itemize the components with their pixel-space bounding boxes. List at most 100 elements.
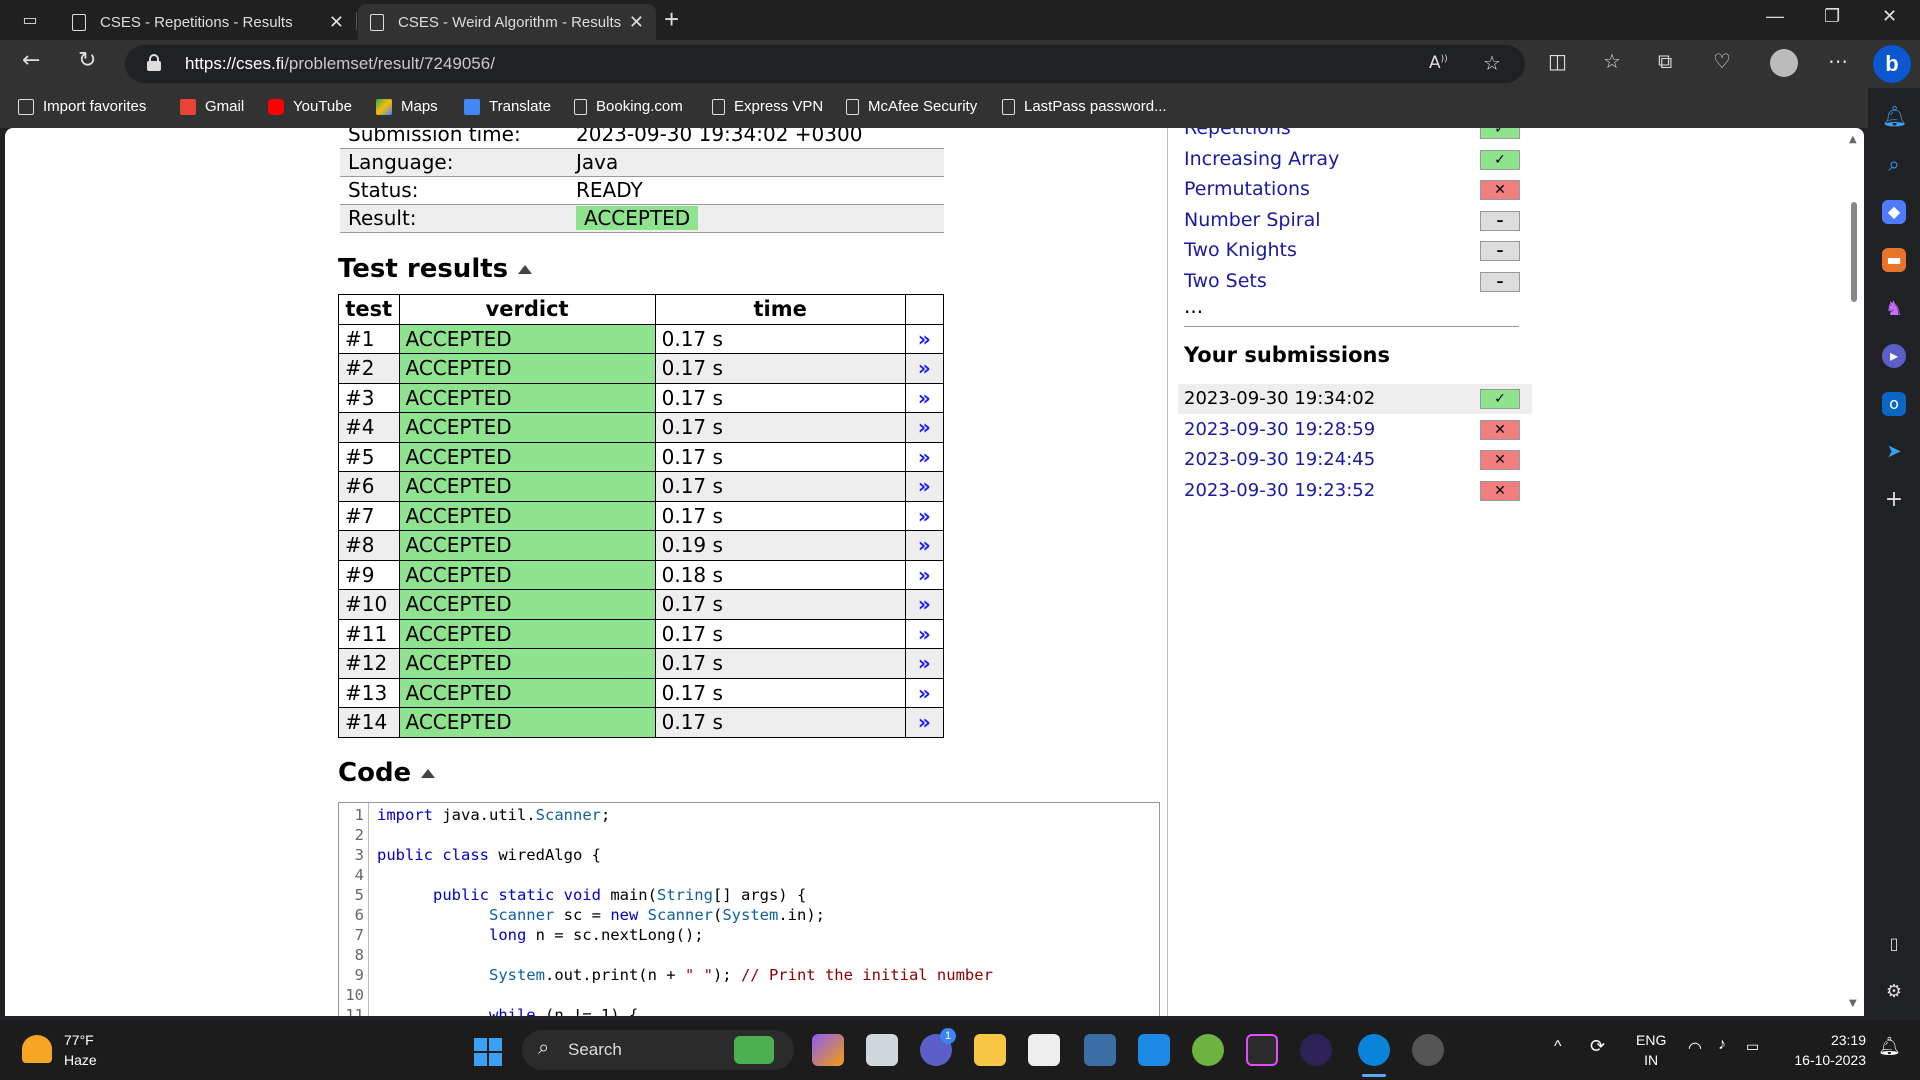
close-tab-icon[interactable]: ✕	[629, 12, 644, 33]
weather-widget[interactable]: 77°F Haze	[64, 1030, 97, 1070]
view-test-link-icon[interactable]: »	[904, 323, 945, 354]
language-indicator[interactable]: ENG IN	[1636, 1030, 1666, 1070]
fav-translate[interactable]: Translate	[464, 98, 551, 115]
add-sidebar-app-icon[interactable]: +	[1882, 488, 1906, 512]
mysql-workbench-icon[interactable]	[1084, 1034, 1116, 1066]
copilot-pre-icon[interactable]	[812, 1034, 844, 1066]
fav-booking[interactable]: Booking.com	[574, 98, 683, 115]
task-item[interactable]: Two Knights –	[1178, 236, 1520, 266]
read-aloud-icon[interactable]: A))	[1429, 53, 1448, 73]
view-test-link-icon[interactable]: »	[904, 500, 945, 531]
tab-weird-algorithm[interactable]: CSES - Weird Algorithm - Results ✕	[358, 4, 656, 40]
clock[interactable]: 23:19 16-10-2023	[1788, 1030, 1866, 1070]
browser-essentials-icon[interactable]: ♡	[1713, 49, 1731, 73]
send-icon[interactable]: ➤	[1882, 440, 1906, 464]
sync-icon[interactable]: ⟳	[1590, 1036, 1605, 1057]
refresh-icon[interactable]: ↻	[78, 48, 96, 73]
task-item[interactable]: Permutations ✕	[1178, 175, 1520, 205]
eclipse-icon[interactable]	[1300, 1034, 1332, 1066]
view-test-link-icon[interactable]: »	[904, 559, 945, 590]
fav-express-vpn[interactable]: Express VPN	[712, 98, 823, 115]
view-test-link-icon[interactable]: »	[904, 382, 945, 413]
shopping-tag-icon[interactable]: ◆	[1882, 200, 1906, 224]
favorite-star-icon[interactable]: ☆	[1483, 51, 1501, 75]
tab-actions-icon[interactable]: ▭	[14, 8, 46, 32]
battery-icon[interactable]: ▭	[1746, 1038, 1759, 1055]
submission-time[interactable]: 2023-09-30 19:28:59	[1184, 419, 1375, 440]
view-test-link-icon[interactable]: »	[904, 353, 945, 384]
submission-item[interactable]: 2023-09-30 19:28:59 ✕	[1178, 415, 1532, 445]
outlook-icon[interactable]: o	[1882, 392, 1906, 416]
task-link[interactable]: Two Sets	[1184, 270, 1267, 292]
fav-mcafee[interactable]: McAfee Security	[846, 98, 977, 115]
view-test-link-icon[interactable]: »	[904, 707, 945, 738]
tools-briefcase-icon[interactable]: ▬	[1882, 248, 1906, 272]
task-item[interactable]: Repetitions ✓	[1178, 128, 1520, 144]
wifi-icon[interactable]: ◠	[1688, 1038, 1702, 1058]
code-heading[interactable]: Code	[338, 758, 436, 788]
back-icon[interactable]: ←	[22, 48, 40, 73]
search-icon[interactable]: ⌕	[1882, 152, 1906, 176]
fav-gmail[interactable]: Gmail	[180, 98, 244, 115]
intellij-icon[interactable]	[1246, 1034, 1278, 1066]
vscode-icon[interactable]	[1138, 1034, 1170, 1066]
submission-time[interactable]: 2023-09-30 19:23:52	[1184, 480, 1375, 501]
view-test-link-icon[interactable]: »	[904, 412, 945, 443]
volume-icon[interactable]: ♪	[1718, 1036, 1726, 1054]
fav-import-favorites[interactable]: Import favorites	[18, 98, 146, 115]
restore-icon[interactable]: ❐	[1824, 6, 1840, 27]
scroll-down-arrow-icon[interactable]: ▼	[1849, 998, 1857, 1009]
task-link[interactable]: Repetitions	[1184, 128, 1291, 139]
view-test-link-icon[interactable]: »	[904, 618, 945, 649]
show-hidden-icons-icon[interactable]: ^	[1554, 1038, 1562, 1056]
games-icon[interactable]: ♞	[1882, 296, 1906, 320]
copilot-icon[interactable]: b	[1873, 45, 1911, 83]
task-link[interactable]: Two Knights	[1184, 239, 1297, 261]
fav-youtube[interactable]: YouTube	[268, 98, 352, 115]
fav-maps[interactable]: Maps	[376, 98, 438, 115]
lock-icon[interactable]	[147, 54, 161, 71]
submission-item[interactable]: 2023-09-30 19:24:45 ✕	[1178, 445, 1532, 475]
split-screen-icon[interactable]: ◫	[1548, 49, 1567, 73]
start-windows-icon[interactable]	[474, 1038, 502, 1066]
weather-haze-icon[interactable]	[22, 1035, 52, 1063]
minimize-icon[interactable]: —	[1766, 6, 1784, 27]
view-test-link-icon[interactable]: »	[904, 648, 945, 679]
scroll-up-arrow-icon[interactable]: ▲	[1849, 134, 1857, 145]
tab-repetitions[interactable]: CSES - Repetitions - Results ✕	[60, 4, 356, 40]
view-test-link-icon[interactable]: »	[904, 530, 945, 561]
submission-item[interactable]: 2023-09-30 19:23:52 ✕	[1178, 476, 1532, 506]
task-view-icon[interactable]	[866, 1034, 898, 1066]
task-item[interactable]: Number Spiral –	[1178, 206, 1520, 236]
edge-browser-icon[interactable]	[1358, 1034, 1390, 1066]
task-link[interactable]: Increasing Array	[1184, 148, 1339, 170]
submission-time[interactable]: 2023-09-30 19:24:45	[1184, 449, 1375, 470]
favorites-icon[interactable]: ☆	[1603, 49, 1621, 73]
url-text[interactable]: https://cses.fi/problemset/result/724905…	[185, 54, 495, 74]
close-window-icon[interactable]: ✕	[1882, 6, 1897, 27]
fav-lastpass[interactable]: LastPass password...	[1002, 98, 1167, 115]
notification-center-icon[interactable]: 🔔︎	[1878, 1036, 1901, 1057]
file-explorer-icon[interactable]	[974, 1034, 1006, 1066]
address-bar[interactable]: https://cses.fi/problemset/result/724905…	[125, 45, 1525, 83]
view-test-link-icon[interactable]: »	[904, 677, 945, 708]
collections-icon[interactable]: ⧉	[1658, 49, 1672, 73]
sidebar-settings-icon[interactable]: ⚙	[1882, 980, 1906, 1004]
hide-sidebar-icon[interactable]: ▯	[1882, 932, 1906, 956]
test-results-heading[interactable]: Test results	[338, 254, 533, 284]
code-viewer[interactable]: 1 2 3 4 5 6 7 8 9 10 11 import java.util.Scanner; p…	[338, 802, 1160, 1016]
close-tab-icon[interactable]: ✕	[329, 12, 344, 33]
collapse-triangle-icon[interactable]	[518, 265, 533, 274]
copilot-apps-icon[interactable]: ▸	[1882, 344, 1906, 368]
profile-avatar[interactable]	[1770, 49, 1798, 77]
view-test-link-icon[interactable]: »	[904, 471, 945, 502]
task-link[interactable]: Number Spiral	[1184, 209, 1321, 231]
spring-tool-icon[interactable]	[1192, 1034, 1224, 1066]
task-item[interactable]: Increasing Array ✓	[1178, 145, 1520, 175]
view-test-link-icon[interactable]: »	[904, 589, 945, 620]
settings-gear-icon[interactable]	[1412, 1034, 1444, 1066]
scrollbar-thumb[interactable]	[1851, 202, 1857, 302]
view-test-link-icon[interactable]: »	[904, 441, 945, 472]
collapse-triangle-icon[interactable]	[421, 769, 436, 778]
notification-bell-icon[interactable]: 🔔︎	[1882, 104, 1907, 128]
